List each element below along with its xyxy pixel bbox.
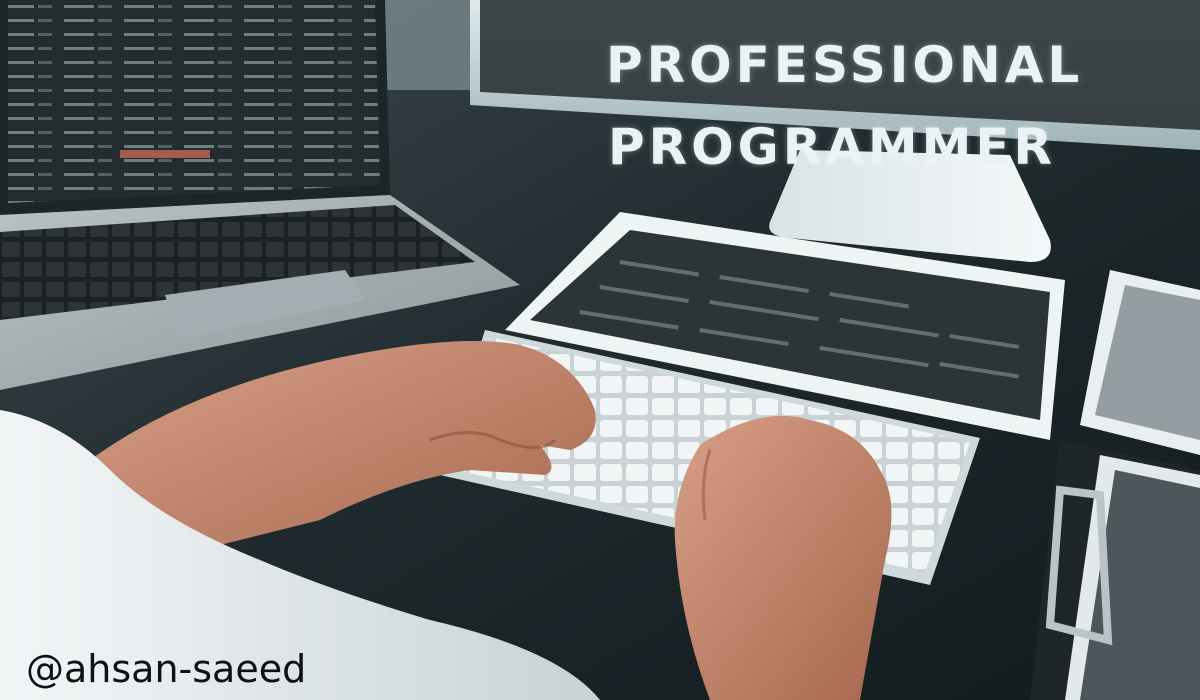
headline-line-2: PROGRAMMER: [608, 118, 1057, 176]
author-handle: @ahsan-saeed: [26, 647, 307, 691]
photo-illustration: [0, 0, 1200, 700]
headline-line-1: PROFESSIONAL: [606, 36, 1084, 94]
programmer-photo-banner: PROFESSIONAL PROGRAMMER @ahsan-saeed: [0, 0, 1200, 700]
